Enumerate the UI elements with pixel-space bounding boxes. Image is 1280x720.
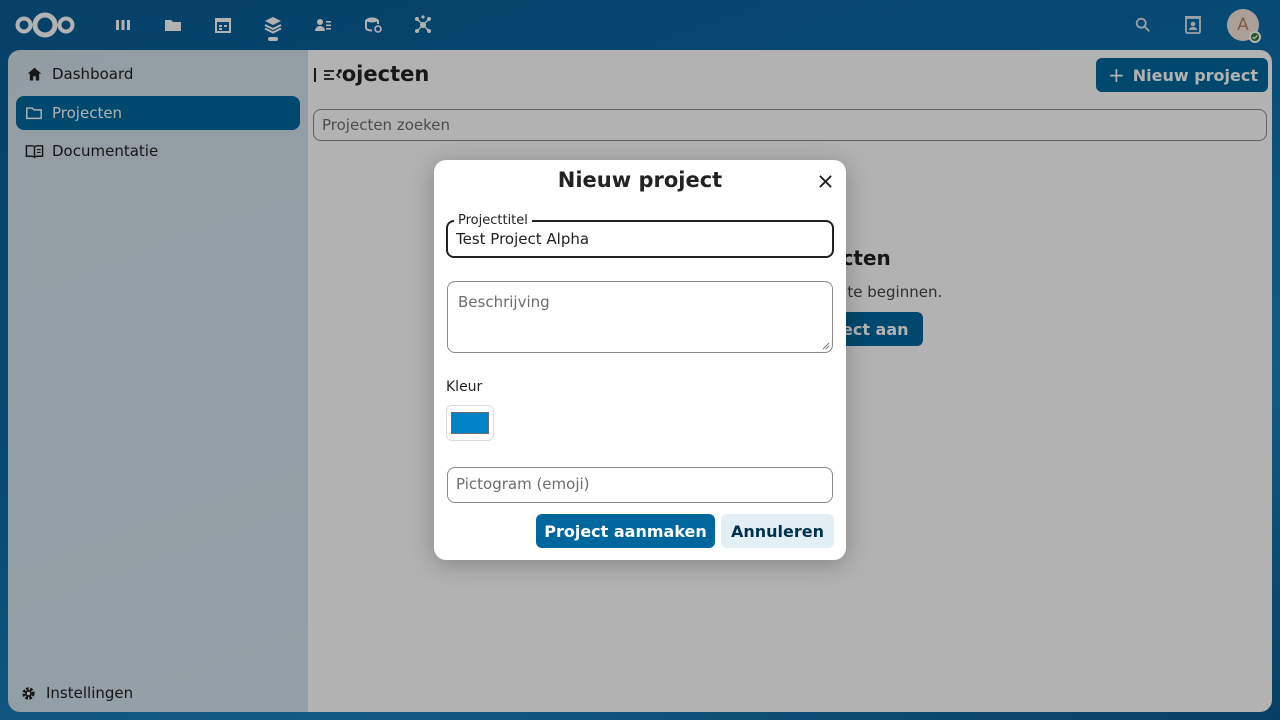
description-placeholder: Beschrijving [458,293,550,311]
create-project-button[interactable]: Project aanmaken [536,514,715,548]
icon-emoji-field[interactable]: Pictogram (emoji) [447,467,833,503]
close-icon [818,174,832,188]
project-title-value: Test Project Alpha [456,230,590,248]
resize-handle-icon[interactable] [822,342,830,350]
color-swatch [451,412,489,434]
color-picker[interactable] [446,405,494,441]
cancel-button[interactable]: Annuleren [721,514,834,548]
new-project-dialog: Nieuw project Projecttitel Test Project … [434,160,846,560]
project-title-field[interactable]: Projecttitel Test Project Alpha [446,213,834,258]
icon-emoji-placeholder: Pictogram (emoji) [456,475,590,493]
close-button[interactable] [814,170,836,192]
color-label: Kleur [446,379,483,395]
dialog-title: Nieuw project [557,168,723,192]
create-project-label: Project aanmaken [544,521,707,541]
cancel-label: Annuleren [730,521,825,541]
project-title-label: Projecttitel [454,213,532,228]
description-field[interactable]: Beschrijving [447,281,833,353]
